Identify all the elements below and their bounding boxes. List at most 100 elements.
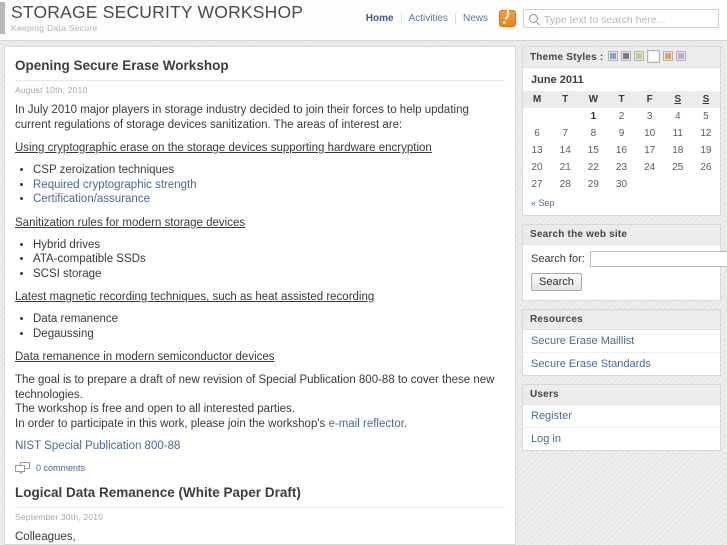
calendar-nav: « Sep: [523, 193, 720, 215]
header-search[interactable]: [523, 9, 719, 29]
calendar-day: 5: [703, 111, 709, 122]
nav-item-home[interactable]: Home: [359, 13, 402, 24]
main-content: Opening Secure Erase Workshop August 10t…: [4, 46, 516, 545]
main-nav: Home Activities News: [359, 13, 495, 24]
list-item-label: Data remanence: [33, 313, 119, 325]
list-item-label: ATA-compatible SSDs: [33, 253, 146, 265]
list-item: SCSI storage: [33, 268, 505, 282]
theme-swatch-orange[interactable]: [663, 51, 674, 61]
list-item-label: Degaussing: [33, 327, 94, 340]
comments-row: 0 comments: [15, 462, 505, 474]
comments-link[interactable]: 0 comments: [36, 463, 85, 473]
header-right: Home Activities News: [359, 9, 719, 29]
post-title: Opening Secure Erase Workshop: [15, 58, 229, 73]
theme-styles-bar: Theme Styles :: [523, 47, 720, 68]
header-accent-bar: [0, 2, 5, 34]
site-title: STORAGE SECURITY WORKSHOP: [11, 2, 304, 22]
calendar-day: 25: [672, 162, 684, 173]
calendar-weekday: T: [551, 91, 580, 108]
sidebar: Theme Styles : June 2011 M T W T F S S 1…: [522, 46, 727, 545]
post-subheading-magnetic-recording: Latest magnetic recording techniques, su…: [15, 291, 375, 303]
resources-list: Secure Erase Maillist Secure Erase Stand…: [523, 330, 720, 375]
calendar-prev-link[interactable]: « Sep: [531, 198, 555, 208]
widget-calendar: Theme Styles : June 2011 M T W T F S S 1…: [522, 46, 721, 216]
calendar-day: 13: [531, 145, 543, 156]
list-item: Data remanence: [33, 313, 505, 327]
calendar-day: 4: [674, 111, 681, 122]
nav-item-activities[interactable]: Activities: [402, 13, 456, 24]
post-subheading-sanitization-rules: Sanitization rules for modern storage de…: [15, 216, 246, 229]
calendar-day: 23: [615, 162, 628, 173]
calendar-weekday: S: [691, 91, 720, 108]
theme-swatch-white[interactable]: [647, 50, 661, 63]
rss-icon[interactable]: [499, 10, 516, 27]
calendar-day: 28: [559, 179, 571, 190]
email-reflector-link[interactable]: e-mail reflector: [329, 418, 404, 430]
user-link-register[interactable]: Register: [523, 405, 720, 427]
site-search-heading: Search the web site: [523, 225, 720, 245]
post-subheading-semiconductor-remanence: Data remanence in modern semiconductor d…: [15, 351, 275, 363]
calendar-weekday: W: [579, 91, 608, 108]
list-item: Required cryptographic strength: [33, 179, 505, 193]
theme-swatch-purple[interactable]: [676, 51, 687, 61]
calendar-title: June 2011: [531, 74, 584, 86]
calendar-day: 16: [615, 145, 628, 156]
goal-line-1: The goal is to prepare a draft of new re…: [15, 374, 495, 401]
calendar-day-today: 1: [590, 111, 597, 122]
user-link-log-in[interactable]: Log in: [523, 428, 720, 450]
post-list-sanitization-rules: Hybrid drives ATA-compatible SSDs SCSI s…: [15, 239, 505, 282]
calendar-table: M T W T F S S 1 2 3 4 5 6 7 8 9 10 11 12…: [523, 91, 720, 193]
calendar-day: 24: [644, 162, 656, 173]
widget-users: Users Register Log in: [522, 384, 721, 451]
post-intro-paragraph: In July 2010 major players in storage in…: [15, 104, 469, 131]
resources-heading: Resources: [523, 310, 720, 330]
post-divider: [15, 507, 505, 508]
site-search-label: Search for:: [531, 253, 585, 265]
site-search-button[interactable]: Search: [531, 273, 582, 291]
search-input[interactable]: [542, 10, 715, 29]
calendar-day: 21: [559, 162, 571, 173]
calendar-day: 20: [531, 162, 543, 173]
calendar-day: 26: [700, 162, 712, 173]
post-date: September 30th, 2010: [15, 512, 104, 522]
calendar-weekday: M: [523, 91, 552, 108]
calendar-day: [692, 176, 720, 193]
theme-swatch-blue[interactable]: [608, 51, 619, 61]
resource-link-secure-erase-standards[interactable]: Secure Erase Standards: [523, 353, 720, 375]
site-search-body: Search for: Search: [523, 245, 727, 300]
nav-item-news[interactable]: News: [456, 13, 495, 24]
calendar-day: [664, 176, 692, 193]
users-heading: Users: [523, 385, 720, 405]
theme-swatch-green[interactable]: [634, 51, 645, 61]
calendar-week-row: 6 7 8 9 10 11 12: [523, 125, 720, 142]
nist-publication-link[interactable]: NIST Special Publication 800-88: [15, 440, 505, 452]
theme-swatch-gray[interactable]: [621, 51, 632, 61]
list-item: Hybrid drives: [33, 239, 505, 253]
calendar-day: 30: [615, 179, 628, 190]
resource-link-secure-erase-maillist[interactable]: Secure Erase Maillist: [523, 330, 720, 352]
list-item: Register: [523, 405, 720, 428]
page-body: Opening Secure Erase Workshop August 10t…: [0, 41, 727, 545]
calendar-day: 7: [562, 128, 568, 139]
post-list-crypto-erase: CSP zeroization techniques Required cryp…: [15, 164, 505, 207]
list-item: ATA-compatible SSDs: [33, 253, 505, 267]
calendar-day: 27: [531, 179, 543, 190]
widget-resources: Resources Secure Erase Maillist Secure E…: [522, 309, 721, 376]
list-item-label: CSP zeroization techniques: [33, 164, 175, 176]
calendar-week-row: 1 2 3 4 5: [523, 108, 720, 125]
site-branding: STORAGE SECURITY WORKSHOP Keeping Data S…: [11, 2, 303, 34]
post-divider: [15, 80, 505, 81]
list-item: Certification/assurance: [33, 193, 505, 207]
list-item: Secure Erase Maillist: [523, 330, 720, 353]
calendar-day: [551, 108, 579, 125]
calendar-day: 22: [587, 162, 599, 173]
list-item: Secure Erase Standards: [523, 353, 720, 375]
goal-line-2: The workshop is free and open to all int…: [15, 403, 295, 415]
calendar-day: 11: [672, 128, 683, 139]
site-search-row: Search for:: [531, 251, 727, 267]
calendar-day: 12: [700, 128, 712, 139]
list-item-link[interactable]: Required cryptographic strength: [33, 179, 197, 191]
list-item-link[interactable]: Certification/assurance: [33, 193, 150, 205]
calendar-week-row: 13 14 15 16 17 18 19: [523, 142, 720, 159]
site-search-input[interactable]: [589, 251, 727, 267]
